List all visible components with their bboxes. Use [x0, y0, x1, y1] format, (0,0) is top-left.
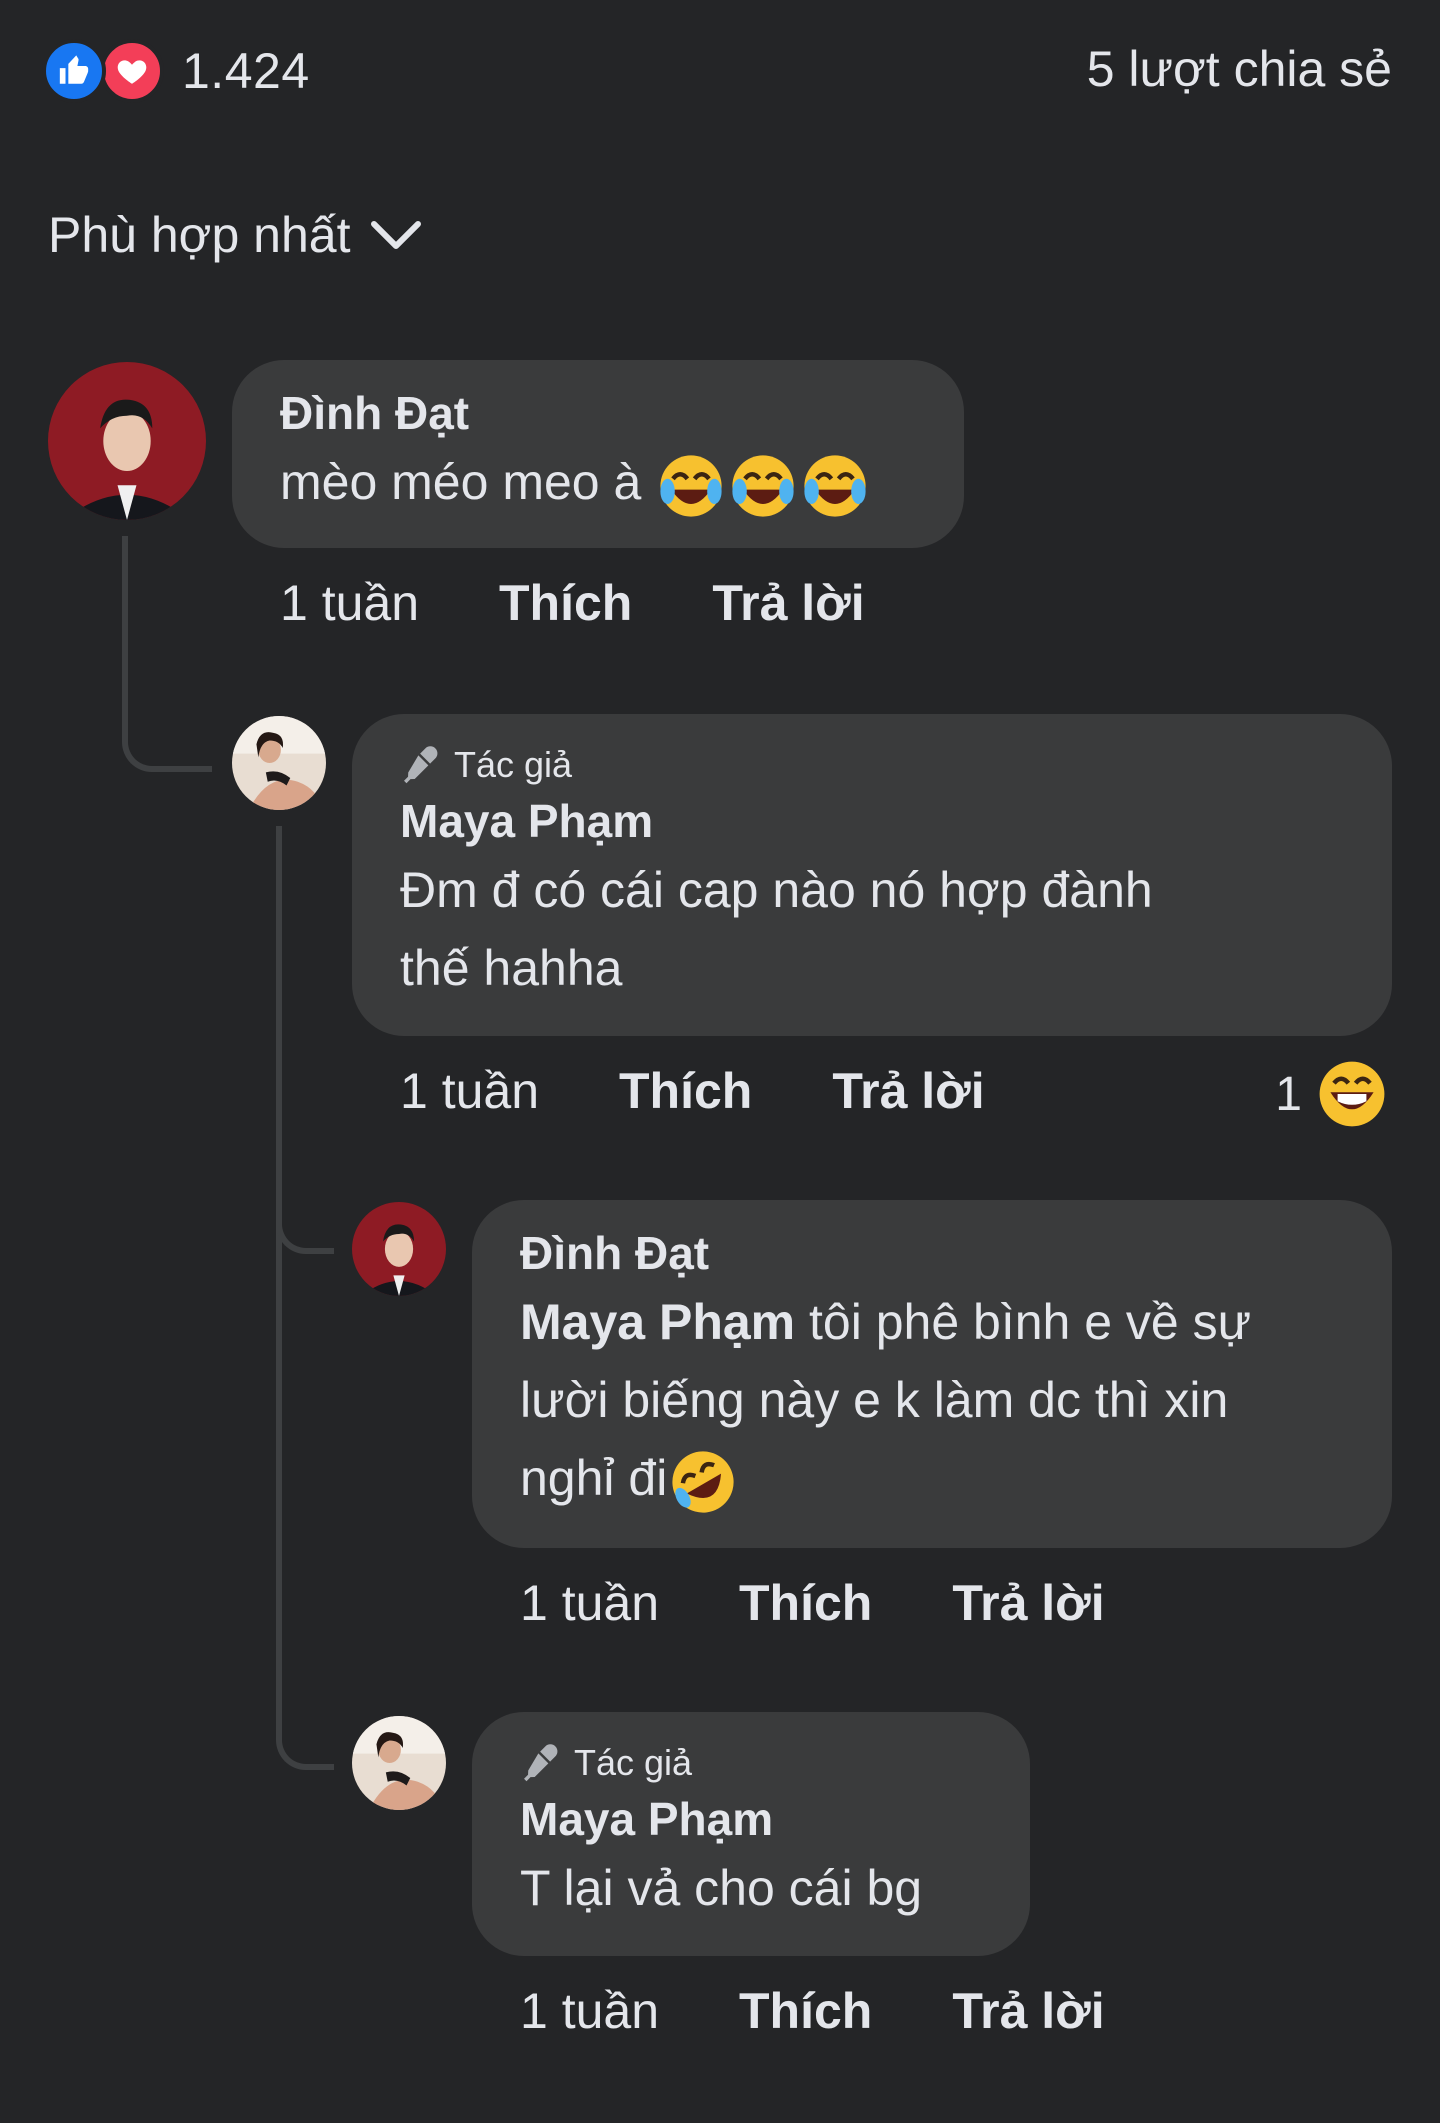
comment-actions: 1 tuần Thích Trả lời: [520, 1574, 1105, 1632]
like-button[interactable]: Thích: [499, 574, 632, 632]
chevron-down-icon: [371, 221, 422, 249]
avatar[interactable]: [352, 1716, 446, 1810]
author-badge: Tác giả: [520, 1742, 1030, 1784]
comment-actions: 1 tuần Thích Trả lời: [280, 574, 865, 632]
emoji-joy: [641, 454, 871, 517]
reply-button[interactable]: Trả lời: [952, 1982, 1104, 2040]
comment-author[interactable]: Đình Đạt: [520, 1226, 1392, 1281]
comment-bubble[interactable]: Đình Đạt mèo méo meo à: [232, 360, 964, 548]
comment-bubble[interactable]: Đình Đạt Maya Phạm tôi phê bình e về sự …: [472, 1200, 1392, 1548]
comment-time[interactable]: 1 tuần: [280, 574, 419, 632]
reaction-count: 1: [1275, 1067, 1302, 1121]
reply-button[interactable]: Trả lời: [952, 1574, 1104, 1632]
comment-text: Đm đ có cái cap nào nó hợp đành thế hahh…: [400, 862, 1153, 997]
comment-sort-dropdown[interactable]: Phù hợp nhất: [48, 206, 422, 264]
comment-author[interactable]: Maya Phạm: [520, 1792, 1030, 1847]
avatar[interactable]: [352, 1202, 446, 1296]
love-icon: [100, 39, 164, 103]
like-button[interactable]: Thích: [739, 1574, 872, 1632]
reaction-summary[interactable]: 1.424: [42, 38, 310, 104]
like-button[interactable]: Thích: [739, 1982, 872, 2040]
comment-bubble[interactable]: Tác giả Maya Phạm T lại vả cho cái bg: [472, 1712, 1030, 1956]
sort-label: Phù hợp nhất: [48, 207, 351, 263]
comment-author[interactable]: Maya Phạm: [400, 794, 1392, 849]
comment-time[interactable]: 1 tuần: [400, 1062, 539, 1120]
comment-time[interactable]: 1 tuần: [520, 1574, 659, 1632]
reply-button[interactable]: Trả lời: [832, 1062, 984, 1120]
thread-connector: [122, 536, 212, 772]
comment-actions: 1 tuần Thích Trả lời: [400, 1062, 985, 1120]
reaction-count: 1.424: [182, 43, 310, 99]
thread-connector: [276, 826, 282, 1236]
comment-bubble[interactable]: Tác giả Maya Phạm Đm đ có cái cap nào nó…: [352, 714, 1392, 1036]
microphone-icon: [404, 746, 438, 784]
mention-tag[interactable]: Maya Phạm: [520, 1294, 795, 1350]
avatar[interactable]: [48, 362, 206, 520]
comment-text: Maya Phạm tôi phê bình e về sự lười biến…: [520, 1283, 1392, 1518]
emoji-rofl: [672, 1451, 734, 1513]
avatar[interactable]: [232, 716, 326, 810]
comment-reaction-summary[interactable]: 1: [1275, 1058, 1388, 1130]
comment-text: T lại vả cho cái bg: [520, 1860, 923, 1917]
like-button[interactable]: Thích: [619, 1062, 752, 1120]
share-count[interactable]: 5 lượt chia sẻ: [1087, 40, 1392, 98]
thread-connector: [276, 1236, 334, 1770]
author-badge: Tác giả: [400, 744, 1392, 786]
comment-text: mèo méo meo à: [280, 443, 964, 522]
comment-author[interactable]: Đình Đạt: [280, 386, 964, 441]
comment-actions: 1 tuần Thích Trả lời: [520, 1982, 1105, 2040]
microphone-icon: [524, 1744, 558, 1782]
reply-button[interactable]: Trả lời: [712, 574, 864, 632]
like-icon: [42, 39, 106, 103]
haha-icon: [1319, 1061, 1385, 1127]
comment-time[interactable]: 1 tuần: [520, 1982, 659, 2040]
